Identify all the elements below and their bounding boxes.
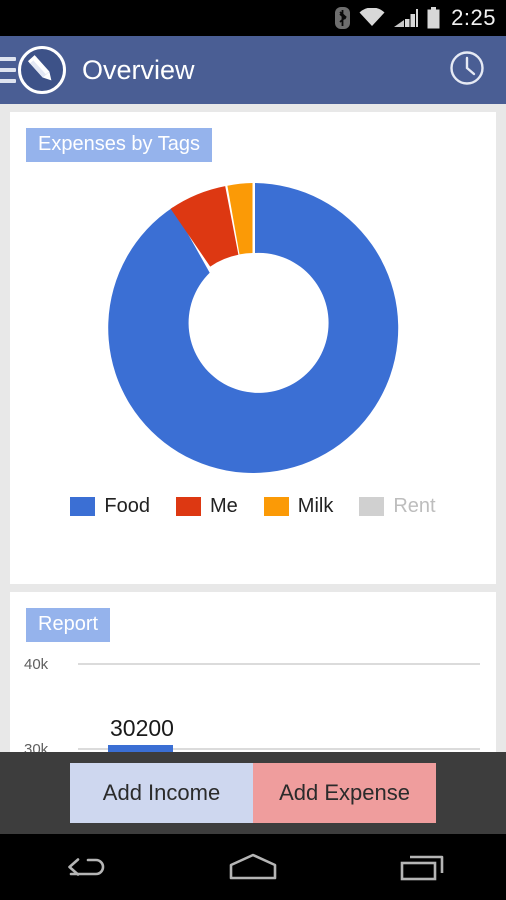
- legend-item-food[interactable]: Food: [70, 495, 150, 518]
- legend-swatch-milk: [263, 496, 289, 516]
- donut-chart[interactable]: [10, 168, 496, 478]
- status-bar: 2:25: [0, 0, 506, 36]
- card-expenses-by-tags: Expenses by Tags Food Me Milk Rent: [10, 112, 496, 584]
- back-arrow-icon[interactable]: [39, 842, 129, 892]
- legend-item-rent[interactable]: Rent: [359, 494, 436, 518]
- pencil-logo-icon[interactable]: [18, 46, 66, 94]
- donut-slice-food[interactable]: [108, 183, 399, 473]
- signal-icon: [394, 8, 419, 28]
- android-nav-bar: [0, 834, 506, 900]
- app-bar: Overview: [0, 36, 506, 104]
- add-income-button[interactable]: Add Income: [70, 763, 253, 823]
- page-title: Overview: [82, 54, 195, 85]
- legend-label-food: Food: [104, 494, 150, 517]
- legend-swatch-rent: [359, 496, 385, 516]
- hamburger-menu-icon[interactable]: [0, 57, 16, 83]
- legend-item-milk[interactable]: Milk: [263, 494, 334, 518]
- action-button-group: Add Income Add Expense: [70, 763, 436, 823]
- donut-legend: Food Me Milk Rent: [10, 486, 496, 526]
- add-expense-button[interactable]: Add Expense: [253, 763, 436, 823]
- device-screen: 2:25 Overview Expenses by Tags Food Me M…: [0, 0, 506, 900]
- legend-label-rent: Rent: [393, 494, 436, 517]
- legend-swatch-food: [70, 496, 96, 516]
- wifi-icon: [359, 8, 385, 28]
- scroll-content[interactable]: Expenses by Tags Food Me Milk Rent Repor…: [0, 104, 506, 834]
- home-icon[interactable]: [208, 842, 298, 892]
- legend-label-me: Me: [210, 494, 238, 517]
- status-bar-clock: 2:25: [451, 5, 496, 30]
- history-clock-icon[interactable]: [448, 49, 486, 92]
- legend-swatch-me: [176, 496, 201, 516]
- legend-label-milk: Milk: [297, 494, 334, 517]
- action-bar: Add Income Add Expense: [0, 752, 506, 834]
- ytick-label-40k: 40k: [24, 656, 49, 673]
- card-title-expenses-by-tags: Expenses by Tags: [26, 128, 212, 162]
- battery-icon: [427, 7, 440, 29]
- legend-item-me[interactable]: Me: [176, 495, 238, 518]
- card-title-report: Report: [26, 608, 111, 642]
- bluetooth-icon: [335, 7, 351, 29]
- recent-apps-icon[interactable]: [377, 842, 467, 892]
- bar-value-label: 30200: [110, 715, 174, 741]
